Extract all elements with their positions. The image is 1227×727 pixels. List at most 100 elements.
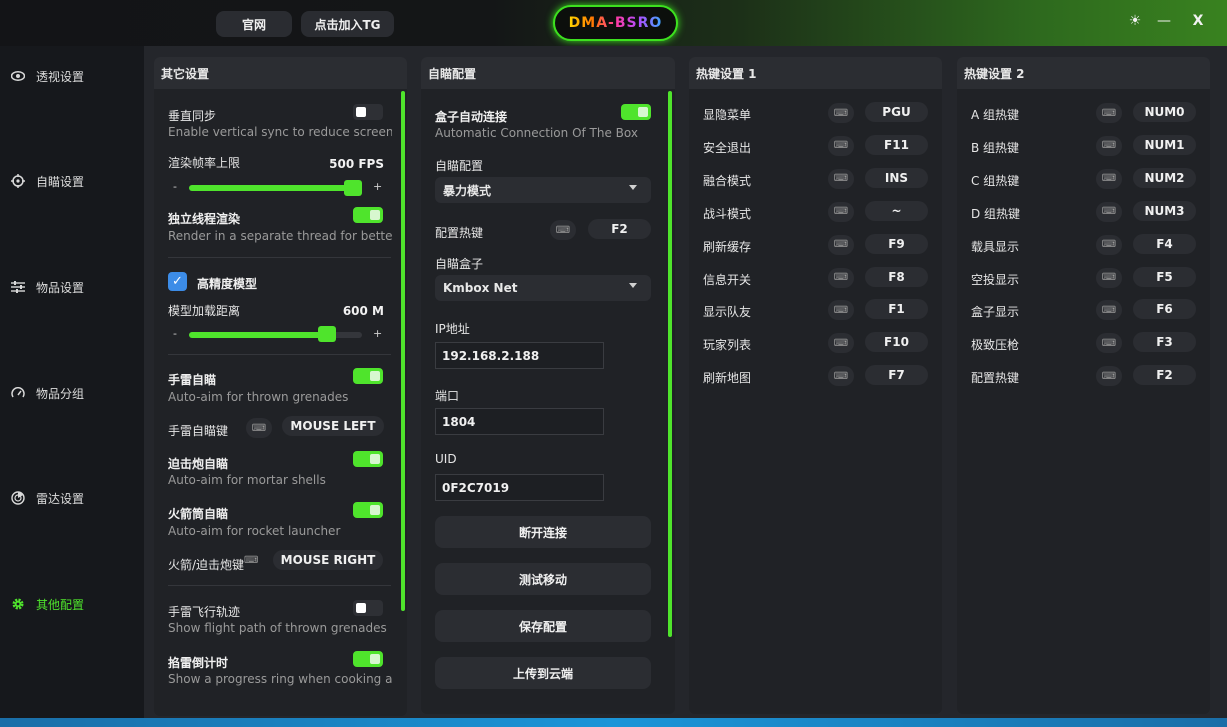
mortar-aim-toggle[interactable] bbox=[353, 451, 383, 467]
aim-box-label: 自瞄盒子 bbox=[435, 257, 484, 271]
fps-plus-button[interactable]: + bbox=[373, 180, 382, 193]
sidebar-item-label: 物品分组 bbox=[36, 386, 85, 401]
close-button[interactable]: X bbox=[1187, 10, 1209, 32]
crosshair-icon bbox=[10, 173, 26, 189]
auto-connect-label: 盒子自动连接 bbox=[435, 110, 508, 124]
flight-path-toggle[interactable] bbox=[353, 600, 383, 616]
hotkey-label: 极致压枪 bbox=[971, 338, 1020, 353]
official-site-button[interactable]: 官网 bbox=[216, 11, 292, 37]
eye-icon bbox=[10, 68, 26, 84]
chevron-down-icon bbox=[629, 185, 637, 190]
keyboard-icon: ⌨ bbox=[828, 168, 854, 189]
hotkey-label: 配置热键 bbox=[971, 371, 1020, 386]
vsync-toggle[interactable] bbox=[353, 104, 383, 120]
keyboard-icon: ⌨ bbox=[1096, 333, 1122, 354]
chevron-down-icon bbox=[629, 283, 637, 288]
thread-toggle[interactable] bbox=[353, 207, 383, 223]
aim-config-panel: 自瞄配置 盒子自动连接 Automatic Connection Of The … bbox=[421, 57, 675, 714]
rocket-aim-toggle[interactable] bbox=[353, 502, 383, 518]
hotkey-button[interactable]: F10 bbox=[865, 332, 928, 353]
rocket-aim-desc: Auto-aim for rocket launcher bbox=[168, 524, 341, 538]
thread-label: 独立线程渲染 bbox=[168, 212, 241, 226]
vsync-desc: Enable vertical sync to reduce screen te… bbox=[168, 125, 392, 139]
hotkey-label: 刷新缓存 bbox=[703, 239, 752, 254]
grenade-aim-toggle[interactable] bbox=[353, 368, 383, 384]
hotkey-button[interactable]: F7 bbox=[865, 365, 928, 386]
hotkey-button[interactable]: F6 bbox=[1133, 299, 1196, 320]
grenade-key-button[interactable]: MOUSE LEFT bbox=[282, 416, 384, 436]
hotkey-button[interactable]: ~ bbox=[865, 200, 928, 221]
hotkey-button[interactable]: NUM3 bbox=[1133, 200, 1196, 221]
hotkey-button[interactable]: F5 bbox=[1133, 266, 1196, 287]
other-settings-panel: 其它设置 垂直同步 Enable vertical sync to reduce… bbox=[154, 57, 407, 716]
test-move-button[interactable]: 测试移动 bbox=[435, 563, 651, 595]
load-plus-button[interactable]: + bbox=[373, 327, 382, 340]
keyboard-icon: ⌨ bbox=[828, 234, 854, 255]
hotkey-button[interactable]: F4 bbox=[1133, 233, 1196, 254]
hotkey-button[interactable]: F3 bbox=[1133, 332, 1196, 353]
sidebar-item-esp[interactable]: 透视设置 bbox=[10, 64, 84, 88]
load-slider-fill bbox=[189, 332, 328, 338]
keyboard-icon: ⌨ bbox=[246, 418, 272, 438]
sidebar-item-items[interactable]: 物品设置 bbox=[10, 275, 84, 299]
join-tg-button[interactable]: 点击加入TG bbox=[301, 11, 394, 37]
vsync-label: 垂直同步 bbox=[168, 109, 217, 123]
hotkey-button[interactable]: F9 bbox=[865, 233, 928, 254]
hotkey-row: 融合模式 ⌨ INS bbox=[689, 167, 942, 190]
hotkey-label: 盒子显示 bbox=[971, 305, 1020, 320]
hotkey-button[interactable]: INS bbox=[865, 167, 928, 188]
sun-icon[interactable]: ☀ bbox=[1124, 10, 1146, 32]
panel-title: 其它设置 bbox=[154, 57, 407, 89]
hotkey-row: 信息开关 ⌨ F8 bbox=[689, 266, 942, 289]
scrollbar[interactable] bbox=[668, 91, 672, 637]
divider bbox=[168, 354, 391, 355]
hotkey-row: 盒子显示 ⌨ F6 bbox=[957, 299, 1210, 321]
port-input[interactable]: 1804 bbox=[435, 408, 604, 435]
fps-minus-button[interactable]: - bbox=[173, 180, 177, 193]
taskbar-strip bbox=[0, 718, 1227, 727]
hotkey-button[interactable]: F2 bbox=[1133, 365, 1196, 386]
uid-input[interactable]: 0F2C7019 bbox=[435, 474, 604, 501]
hotkey-label: 刷新地图 bbox=[703, 371, 752, 386]
minimize-button[interactable]: — bbox=[1153, 10, 1175, 32]
hotkey-button[interactable]: F2 bbox=[588, 219, 651, 239]
hotkey-row: 空投显示 ⌨ F5 bbox=[957, 266, 1210, 289]
rocket-key-button[interactable]: MOUSE RIGHT bbox=[273, 550, 383, 570]
sidebar-item-label: 雷达设置 bbox=[36, 491, 85, 506]
hotkey-row: 显隐菜单 ⌨ PGU bbox=[689, 102, 942, 124]
hotkey-row: 载具显示 ⌨ F4 bbox=[957, 233, 1210, 256]
disconnect-button[interactable]: 断开连接 bbox=[435, 516, 651, 548]
aim-box-value: Kmbox Net bbox=[443, 281, 518, 295]
hotkey-button[interactable]: NUM1 bbox=[1133, 134, 1196, 155]
hotkey-row: 配置热键 ⌨ F2 bbox=[957, 365, 1210, 387]
save-config-button[interactable]: 保存配置 bbox=[435, 610, 651, 642]
sidebar-item-radar[interactable]: 雷达设置 bbox=[10, 486, 84, 510]
sidebar-item-label: 物品设置 bbox=[36, 280, 85, 295]
fps-slider-thumb[interactable] bbox=[344, 180, 363, 196]
sidebar-item-groups[interactable]: 物品分组 bbox=[10, 381, 84, 405]
sliders-icon bbox=[10, 279, 26, 295]
upload-cloud-button[interactable]: 上传到云端 bbox=[435, 657, 651, 689]
keyboard-icon: ⌨ bbox=[1096, 366, 1122, 387]
aim-mode-dropdown[interactable]: 暴力模式 bbox=[435, 177, 651, 203]
sidebar-item-other[interactable]: 其他配置 bbox=[10, 592, 84, 616]
hotkey-button[interactable]: PGU bbox=[865, 102, 928, 122]
sidebar-item-aim[interactable]: 自瞄设置 bbox=[10, 169, 84, 193]
ip-input[interactable]: 192.168.2.188 bbox=[435, 342, 604, 369]
load-minus-button[interactable]: - bbox=[173, 327, 177, 340]
title-bar: 官网 点击加入TG DMA-BSRO ☀ — X bbox=[0, 0, 1227, 46]
hotkey-button[interactable]: NUM2 bbox=[1133, 167, 1196, 188]
keyboard-icon: ⌨ bbox=[1096, 103, 1122, 123]
hotkey-button[interactable]: F11 bbox=[865, 134, 928, 155]
scrollbar[interactable] bbox=[401, 91, 405, 611]
auto-connect-toggle[interactable] bbox=[621, 104, 651, 120]
aim-box-dropdown[interactable]: Kmbox Net bbox=[435, 275, 651, 301]
cook-timer-toggle[interactable] bbox=[353, 651, 383, 667]
hotkey-button[interactable]: NUM0 bbox=[1133, 102, 1196, 122]
flight-path-label: 手雷飞行轨迹 bbox=[168, 605, 241, 619]
thread-desc: Render in a separate thread for better p… bbox=[168, 229, 392, 243]
hotkey-button[interactable]: F8 bbox=[865, 266, 928, 287]
hotkey-button[interactable]: F1 bbox=[865, 299, 928, 320]
hq-checkbox[interactable]: ✓ bbox=[168, 272, 187, 291]
load-slider-thumb[interactable] bbox=[318, 326, 337, 342]
